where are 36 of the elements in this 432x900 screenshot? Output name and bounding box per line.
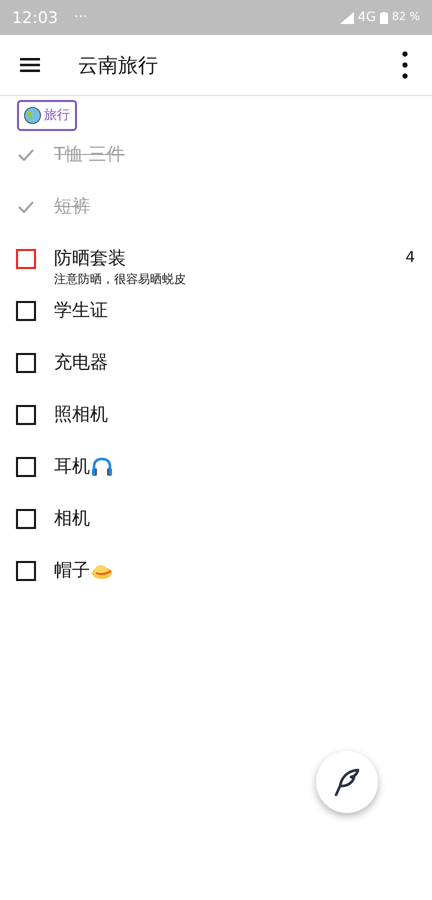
item-text: 耳机 bbox=[54, 455, 90, 479]
item-text: 学生证 bbox=[54, 299, 108, 323]
toolbar-title: 云南旅行 bbox=[78, 52, 158, 79]
globe-icon bbox=[24, 107, 41, 124]
more-options-icon[interactable] bbox=[402, 51, 408, 79]
item-text: 帽子 bbox=[54, 559, 90, 583]
item-text: 相机 bbox=[54, 507, 90, 531]
compose-button[interactable] bbox=[316, 751, 378, 813]
hat-icon bbox=[91, 562, 113, 580]
battery-level: 82 % bbox=[392, 9, 420, 26]
network-type: 4G bbox=[358, 8, 376, 27]
checkbox[interactable] bbox=[16, 405, 36, 425]
signal-icon bbox=[340, 12, 354, 24]
tag-chip[interactable]: 旅行 bbox=[17, 100, 77, 131]
checkbox[interactable] bbox=[16, 509, 36, 529]
checkbox[interactable] bbox=[16, 561, 36, 581]
headphones-icon bbox=[91, 457, 113, 477]
tag-label: 旅行 bbox=[44, 106, 70, 125]
check-icon[interactable] bbox=[18, 149, 34, 161]
item-count: 4 bbox=[405, 247, 415, 268]
item-text: 防晒套装 bbox=[54, 247, 126, 271]
feather-icon bbox=[334, 768, 360, 796]
menu-icon[interactable] bbox=[20, 58, 40, 72]
item-text: 短裤 bbox=[54, 195, 90, 219]
checkbox[interactable] bbox=[16, 457, 36, 477]
checkbox[interactable] bbox=[16, 353, 36, 373]
checkbox[interactable] bbox=[16, 249, 36, 269]
battery-icon bbox=[380, 12, 388, 24]
checkbox[interactable] bbox=[16, 301, 36, 321]
item-note: 注意防晒，很容易晒蜕皮 bbox=[54, 271, 186, 287]
check-icon[interactable] bbox=[18, 201, 34, 213]
item-text: 充电器 bbox=[54, 351, 108, 375]
status-time: 12:03 bbox=[12, 6, 58, 28]
status-dots: ··· bbox=[74, 8, 88, 27]
item-text: T恤 三件 bbox=[54, 143, 125, 167]
item-text: 照相机 bbox=[54, 403, 108, 427]
